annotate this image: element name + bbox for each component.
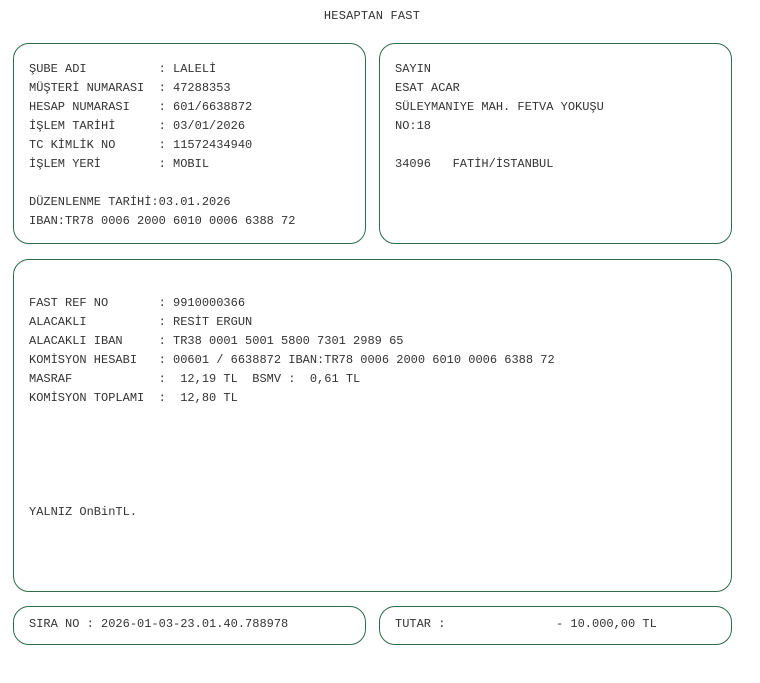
transaction-place-label: İŞLEM YERİ [29, 157, 159, 171]
account-number-label: HESAP NUMARASI [29, 100, 159, 114]
recipient-address-box: SAYIN ESAT ACAR SÜLEYMANIYE MAH. FETVA Y… [379, 43, 732, 244]
account-number-row: HESAP NUMARASI : 601/6638872 [29, 100, 252, 115]
address-street: SÜLEYMANIYE MAH. FETVA YOKUŞU [395, 100, 604, 114]
customer-number-value: : 47288353 [158, 81, 231, 95]
customer-number-row: MÜŞTERİ NUMARASI : 47288353 [29, 81, 231, 96]
fast-ref-value: : 9910000366 [158, 296, 246, 310]
sequence-number-box: SIRA NO : 2026-01-03-23.01.40.788978 [13, 606, 366, 645]
address-city: 34096 FATİH/İSTANBUL [395, 157, 554, 171]
amount-value: - 10.000,00 TL [556, 617, 657, 631]
commission-total-value: : 12,80 TL [158, 391, 238, 405]
branch-name-label: ŞUBE ADI [29, 62, 159, 76]
branch-name-value: : LALELİ [158, 62, 217, 76]
transaction-date-row: İŞLEM TARİHİ : 03/01/2026 [29, 119, 245, 134]
fast-ref-row: FAST REF NO : 9910000366 [29, 296, 245, 311]
commission-account-label: KOMİSYON HESABI [29, 353, 159, 367]
amount-box: TUTAR : - 10.000,00 TL [379, 606, 732, 645]
account-iban: IBAN:TR78 0006 2000 6010 0006 6388 72 [29, 214, 296, 228]
transaction-date-value: : 03/01/2026 [158, 119, 246, 133]
amount-in-words: YALNIZ OnBinTL. [29, 505, 138, 519]
national-id-label: TC KİMLİK NO [29, 138, 159, 152]
branch-name-row: ŞUBE ADI : LALELİ [29, 62, 216, 77]
customer-name: ESAT ACAR [395, 81, 460, 95]
amount-label: TUTAR : [395, 617, 446, 631]
expense-label: MASRAF [29, 372, 159, 386]
commission-account-value: : 00601 / 6638872 IBAN:TR78 0006 2000 60… [158, 353, 555, 367]
transaction-date-label: İŞLEM TARİHİ [29, 119, 159, 133]
creditor-value: : RESİT ERGUN [158, 315, 253, 329]
creditor-row: ALACAKLI : RESİT ERGUN [29, 315, 252, 330]
creditor-iban-row: ALACAKLI IBAN : TR38 0001 5001 5800 7301… [29, 334, 403, 349]
issue-date: DÜZENLENME TARİHİ:03.01.2026 [29, 195, 231, 209]
transfer-detail-box: FAST REF NO : 9910000366 ALACAKLI : RESİ… [13, 259, 732, 592]
transaction-place-row: İŞLEM YERİ : MOBIL [29, 157, 209, 172]
document-title: HESAPTAN FAST [323, 9, 421, 23]
customer-number-label: MÜŞTERİ NUMARASI [29, 81, 159, 95]
salutation: SAYIN [395, 62, 432, 76]
creditor-iban-label: ALACAKLI IBAN [29, 334, 159, 348]
national-id-row: TC KİMLİK NO : 11572434940 [29, 138, 252, 153]
expense-row: MASRAF : 12,19 TL BSMV : 0,61 TL [29, 372, 360, 387]
sequence-number: SIRA NO : 2026-01-03-23.01.40.788978 [29, 617, 289, 631]
account-info-box: ŞUBE ADI : LALELİ MÜŞTERİ NUMARASI : 472… [13, 43, 366, 244]
national-id-value: : 11572434940 [158, 138, 253, 152]
account-number-value: : 601/6638872 [158, 100, 253, 114]
commission-total-label: KOMİSYON TOPLAMI [29, 391, 159, 405]
commission-account-row: KOMİSYON HESABI : 00601 / 6638872 IBAN:T… [29, 353, 555, 368]
fast-ref-label: FAST REF NO [29, 296, 159, 310]
address-number: NO:18 [395, 119, 432, 133]
commission-total-row: KOMİSYON TOPLAMI : 12,80 TL [29, 391, 238, 406]
creditor-label: ALACAKLI [29, 315, 159, 329]
transaction-place-value: : MOBIL [158, 157, 210, 171]
creditor-iban-value: : TR38 0001 5001 5800 7301 2989 65 [158, 334, 404, 348]
expense-value: : 12,19 TL BSMV : 0,61 TL [158, 372, 361, 386]
